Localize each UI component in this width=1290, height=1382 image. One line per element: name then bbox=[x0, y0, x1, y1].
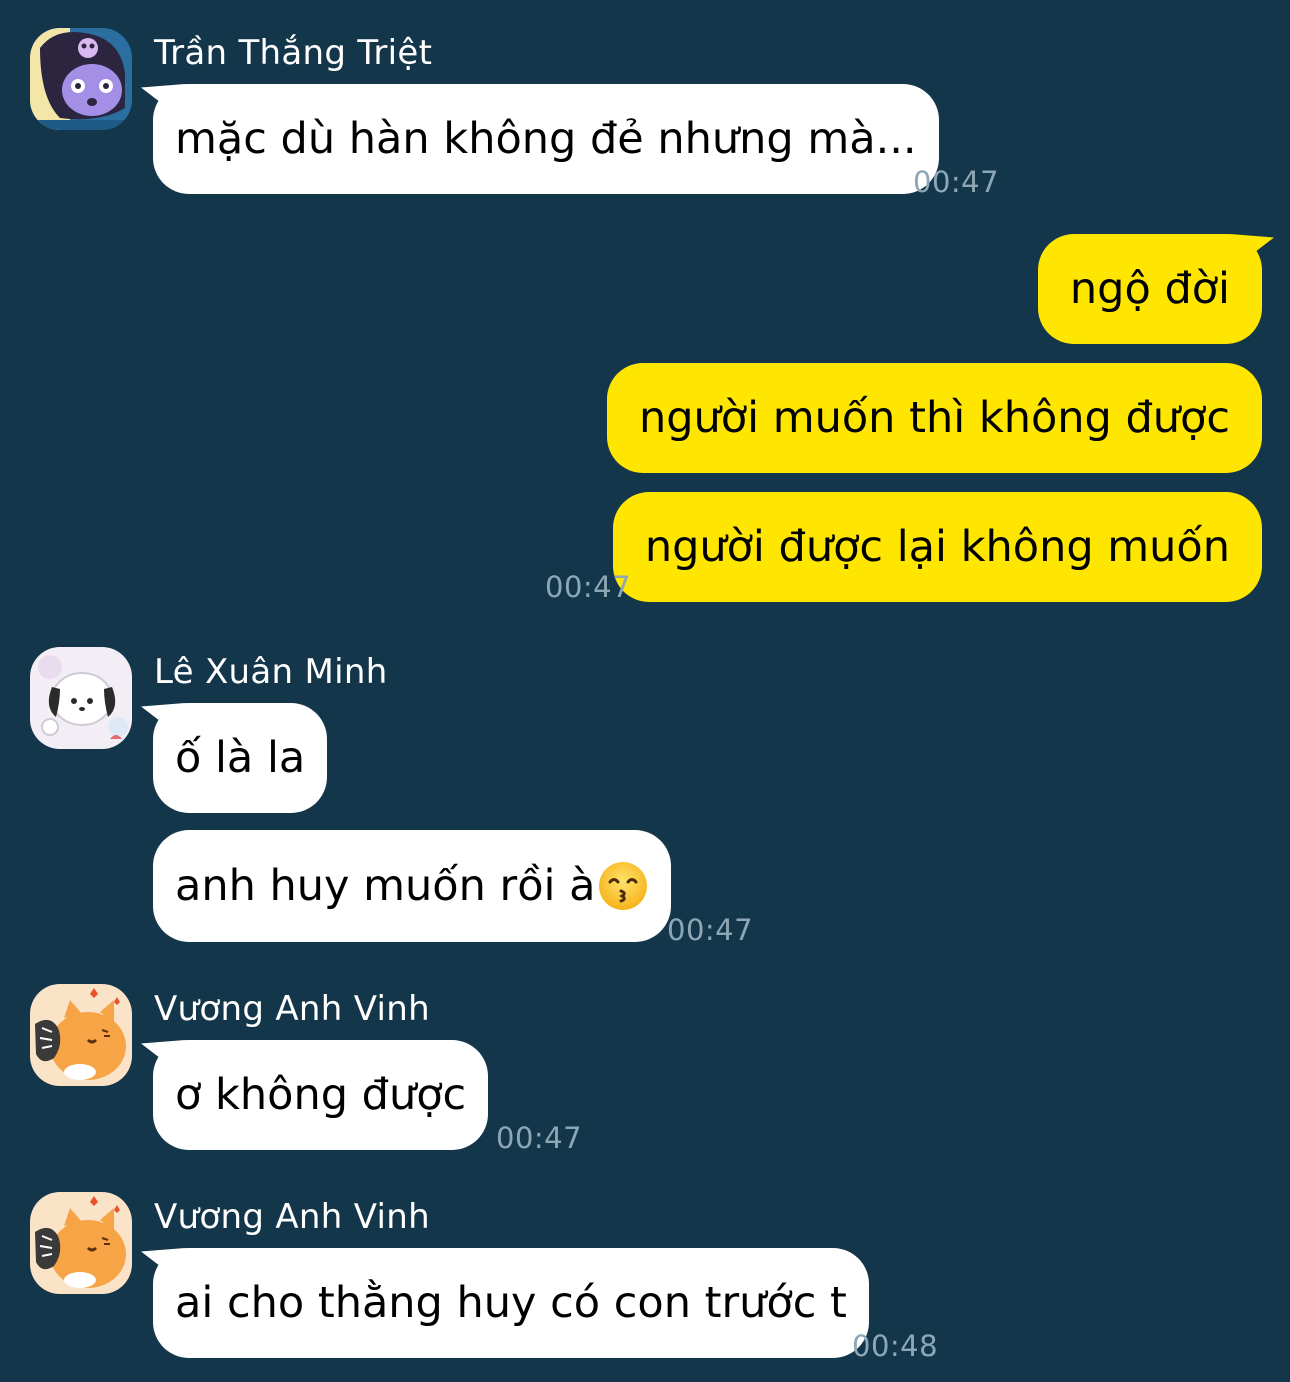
message-text: người được lại không muốn bbox=[644, 522, 1230, 572]
kissing-face-smiling-eyes-icon bbox=[597, 860, 649, 912]
incoming-message-bubble[interactable]: anh huy muốn rồi à bbox=[153, 830, 672, 942]
message-timestamp: 00:47 bbox=[667, 913, 754, 947]
incoming-message-bubble[interactable]: ai cho thằng huy có con trước t bbox=[141, 1248, 869, 1358]
outgoing-message-bubble[interactable]: người được lại không muốn bbox=[612, 492, 1262, 602]
pochacco-avatar-image bbox=[30, 647, 132, 749]
message-text: anh huy muốn rồi à bbox=[175, 861, 596, 911]
orange-cat-avatar-image bbox=[30, 984, 132, 1086]
chat-message-list[interactable]: Trần Thắng Triệt mặc dù hàn không đẻ như… bbox=[0, 0, 1290, 1382]
message-text: ố là la bbox=[175, 733, 306, 783]
avatar-vuong-anh-vinh[interactable] bbox=[30, 984, 132, 1086]
bubble-tail bbox=[1230, 234, 1274, 278]
sender-name: Vương Anh Vinh bbox=[154, 989, 430, 1029]
incoming-message-bubble[interactable]: ơ không được bbox=[141, 1040, 489, 1150]
message-text: người muốn thì không được bbox=[639, 393, 1230, 443]
message-text: ai cho thằng huy có con trước t bbox=[175, 1278, 847, 1328]
sender-name: Vương Anh Vinh bbox=[154, 1197, 430, 1237]
avatar-vuong-anh-vinh[interactable] bbox=[30, 1192, 132, 1294]
message-timestamp: 00:47 bbox=[496, 1121, 583, 1155]
outgoing-message-bubble[interactable]: người muốn thì không được bbox=[607, 363, 1262, 473]
avatar-le-xuan-minh[interactable] bbox=[30, 647, 132, 749]
kuromi-avatar-image bbox=[30, 28, 132, 130]
incoming-message-bubble[interactable]: mặc dù hàn không đẻ nhưng mà... bbox=[141, 84, 939, 194]
message-timestamp: 00:47 bbox=[913, 165, 1000, 199]
message-text: mặc dù hàn không đẻ nhưng mà... bbox=[175, 114, 917, 164]
message-timestamp: 00:47 bbox=[545, 570, 632, 604]
incoming-message-bubble[interactable]: ố là la bbox=[141, 703, 328, 813]
message-text: ngộ đời bbox=[1069, 264, 1230, 314]
message-timestamp: 00:48 bbox=[852, 1329, 939, 1363]
sender-name: Trần Thắng Triệt bbox=[154, 33, 433, 73]
avatar-tran-thang-triet[interactable] bbox=[30, 28, 132, 130]
outgoing-message-bubble[interactable]: ngộ đời bbox=[1037, 234, 1274, 344]
orange-cat-avatar-image bbox=[30, 1192, 132, 1294]
message-text: ơ không được bbox=[175, 1070, 467, 1120]
sender-name: Lê Xuân Minh bbox=[154, 652, 388, 692]
